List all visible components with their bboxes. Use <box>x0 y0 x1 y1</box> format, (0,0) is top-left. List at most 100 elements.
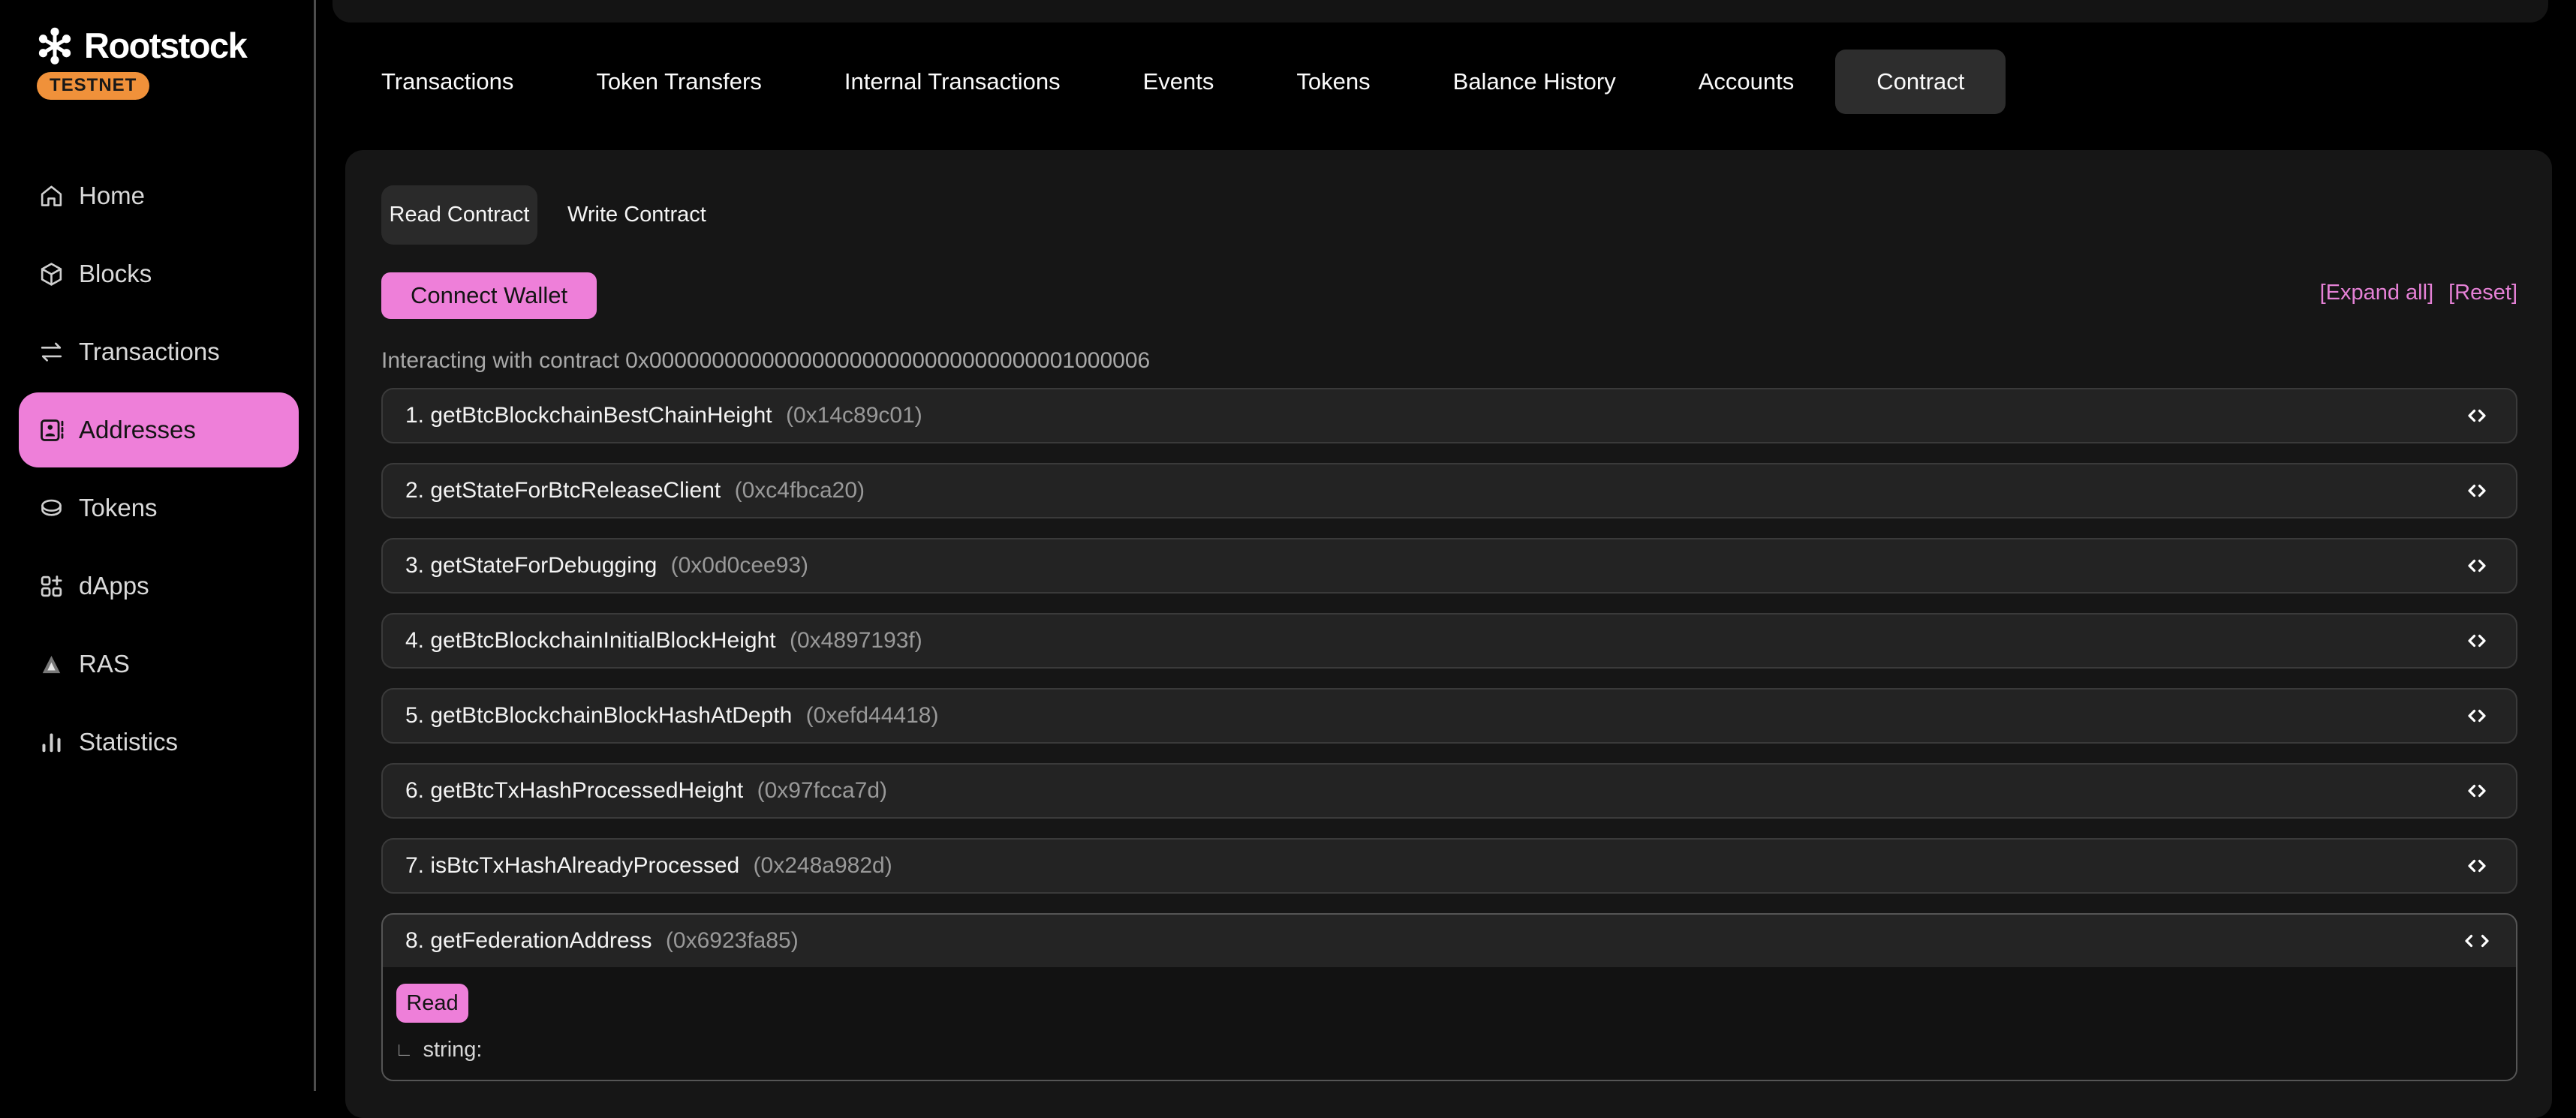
code-icon[interactable] <box>2460 624 2493 657</box>
interacting-with-contract-text: Interacting with contract 0x000000000000… <box>381 348 1150 374</box>
sidebar-divider <box>314 0 316 1091</box>
function-row-getbtctxhashprocessedheight: 6. getBtcTxHashProcessedHeight (0x97fcca… <box>381 763 2517 819</box>
function-selector: (0x97fcca7d) <box>757 778 887 803</box>
function-label: 4. getBtcBlockchainInitialBlockHeight (0… <box>405 628 922 654</box>
function-index: 3. <box>405 553 424 578</box>
function-label: 5. getBtcBlockchainBlockHashAtDepth (0xe… <box>405 703 938 729</box>
tab-contract[interactable]: Contract <box>1835 50 2006 114</box>
function-name: getBtcTxHashProcessedHeight <box>430 778 743 803</box>
function-row-getbtcblockchaininitialblockheight: 4. getBtcBlockchainInitialBlockHeight (0… <box>381 613 2517 669</box>
sidebar-item-label: Tokens <box>79 494 158 522</box>
tab-internal-transactions[interactable]: Internal Transactions <box>803 50 1102 114</box>
code-icon[interactable] <box>2460 399 2493 432</box>
function-row-header[interactable]: 2. getStateForBtcReleaseClient (0xc4fbca… <box>383 464 2516 517</box>
sidebar-item-ras[interactable]: RAS <box>19 627 299 702</box>
function-selector: (0xefd44418) <box>806 703 939 728</box>
statistics-icon <box>38 729 65 756</box>
sidebar-item-label: Blocks <box>79 260 152 288</box>
function-label: 8. getFederationAddress (0x6923fa85) <box>405 928 799 954</box>
function-name: getBtcBlockchainInitialBlockHeight <box>430 628 775 653</box>
sidebar-item-label: Statistics <box>79 728 178 756</box>
function-row-getbtcblockchainbestchainheight: 1. getBtcBlockchainBestChainHeight (0x14… <box>381 388 2517 443</box>
output-type-label: string: <box>423 1038 482 1062</box>
function-row-getstatefordebugging: 3. getStateForDebugging (0x0d0cee93) <box>381 538 2517 594</box>
read-contract-label: Read Contract <box>390 203 530 227</box>
function-name: getFederationAddress <box>430 928 652 953</box>
tab-transactions[interactable]: Transactions <box>340 50 555 114</box>
output-branch-marker: ∟ <box>395 1039 413 1061</box>
function-name: getBtcBlockchainBlockHashAtDepth <box>430 703 792 728</box>
sidebar-item-label: Home <box>79 182 145 210</box>
function-selector: (0x248a982d) <box>754 853 892 878</box>
sidebar: Rootstock TESTNET Home Blocks Transactio… <box>0 0 314 1091</box>
function-name: getStateForBtcReleaseClient <box>430 478 721 503</box>
rootstock-logo[interactable]: Rootstock <box>35 24 246 66</box>
function-index: 2. <box>405 478 424 503</box>
function-row-header[interactable]: 6. getBtcTxHashProcessedHeight (0x97fcca… <box>383 765 2516 817</box>
code-icon[interactable] <box>2460 699 2493 732</box>
sidebar-item-tokens[interactable]: Tokens <box>19 470 299 545</box>
tab-read-contract[interactable]: Read Contract <box>381 185 537 245</box>
function-index: 7. <box>405 853 424 878</box>
function-row-header[interactable]: 7. isBtcTxHashAlreadyProcessed (0x248a98… <box>383 840 2516 892</box>
code-icon[interactable] <box>2460 849 2493 882</box>
function-row-header[interactable]: 8. getFederationAddress (0x6923fa85) <box>383 915 2516 967</box>
tab-write-contract[interactable]: Write Contract <box>537 185 736 245</box>
function-row-header[interactable]: 1. getBtcBlockchainBestChainHeight (0x14… <box>383 389 2516 442</box>
contract-panel: Read Contract Write Contract Connect Wal… <box>345 150 2552 1118</box>
code-icon[interactable] <box>2460 474 2493 507</box>
dapps-icon <box>38 573 65 600</box>
function-selector: (0x4897193f) <box>790 628 922 653</box>
blocks-icon <box>38 260 65 288</box>
addresses-icon <box>38 416 65 444</box>
function-label: 1. getBtcBlockchainBestChainHeight (0x14… <box>405 403 922 428</box>
code-wide-icon[interactable] <box>2460 924 2493 957</box>
sidebar-item-dapps[interactable]: dApps <box>19 548 299 624</box>
function-index: 5. <box>405 703 424 728</box>
function-selector: (0x6923fa85) <box>666 928 799 953</box>
tab-label: Internal Transactions <box>844 68 1061 95</box>
tokens-icon <box>38 494 65 522</box>
function-label: 7. isBtcTxHashAlreadyProcessed (0x248a98… <box>405 853 892 879</box>
sidebar-item-blocks[interactable]: Blocks <box>19 236 299 311</box>
function-row-getbtcblockchainblockhashatdepth: 5. getBtcBlockchainBlockHashAtDepth (0xe… <box>381 688 2517 744</box>
connect-wallet-button[interactable]: Connect Wallet <box>381 272 597 319</box>
sidebar-item-transactions[interactable]: Transactions <box>19 314 299 389</box>
code-icon[interactable] <box>2460 774 2493 807</box>
function-row-header[interactable]: 5. getBtcBlockchainBlockHashAtDepth (0xe… <box>383 690 2516 742</box>
expand-all-link[interactable]: [Expand all] <box>2320 281 2434 305</box>
tab-token-transfers[interactable]: Token Transfers <box>555 50 803 114</box>
tab-balance-history[interactable]: Balance History <box>1412 50 1657 114</box>
tab-label: Balance History <box>1453 68 1616 95</box>
function-index: 8. <box>405 928 424 953</box>
sidebar-item-label: Transactions <box>79 338 220 366</box>
function-selector: (0x14c89c01) <box>786 403 922 428</box>
read-button[interactable]: Read <box>396 984 468 1023</box>
list-controls: [Expand all] [Reset] <box>2320 281 2517 305</box>
function-row-header[interactable]: 3. getStateForDebugging (0x0d0cee93) <box>383 539 2516 592</box>
sidebar-item-statistics[interactable]: Statistics <box>19 705 299 780</box>
tab-events[interactable]: Events <box>1102 50 1256 114</box>
rootstock-logo-icon <box>35 24 75 66</box>
sidebar-item-label: Addresses <box>79 416 196 444</box>
sidebar-item-label: dApps <box>79 572 149 600</box>
reset-link[interactable]: [Reset] <box>2448 281 2517 305</box>
sidebar-item-addresses[interactable]: Addresses <box>19 392 299 467</box>
function-row-header[interactable]: 4. getBtcBlockchainInitialBlockHeight (0… <box>383 615 2516 667</box>
function-output-line: ∟ string: <box>395 1038 482 1062</box>
code-icon[interactable] <box>2460 549 2493 582</box>
function-label: 3. getStateForDebugging (0x0d0cee93) <box>405 553 808 579</box>
tab-label: Tokens <box>1296 68 1370 95</box>
function-row-isbtctxhashalreadyprocessed: 7. isBtcTxHashAlreadyProcessed (0x248a98… <box>381 838 2517 894</box>
home-icon <box>38 182 65 210</box>
function-label: 6. getBtcTxHashProcessedHeight (0x97fcca… <box>405 778 887 804</box>
tab-tokens[interactable]: Tokens <box>1255 50 1411 114</box>
sidebar-item-home[interactable]: Home <box>19 158 299 233</box>
tab-accounts[interactable]: Accounts <box>1657 50 1836 114</box>
function-selector: (0xc4fbca20) <box>735 478 865 503</box>
function-label: 2. getStateForBtcReleaseClient (0xc4fbca… <box>405 478 865 503</box>
function-name: getBtcBlockchainBestChainHeight <box>430 403 772 428</box>
function-index: 6. <box>405 778 424 803</box>
tab-label: Transactions <box>381 68 513 95</box>
function-row-getfederationaddress: 8. getFederationAddress (0x6923fa85) Rea… <box>381 913 2517 1081</box>
